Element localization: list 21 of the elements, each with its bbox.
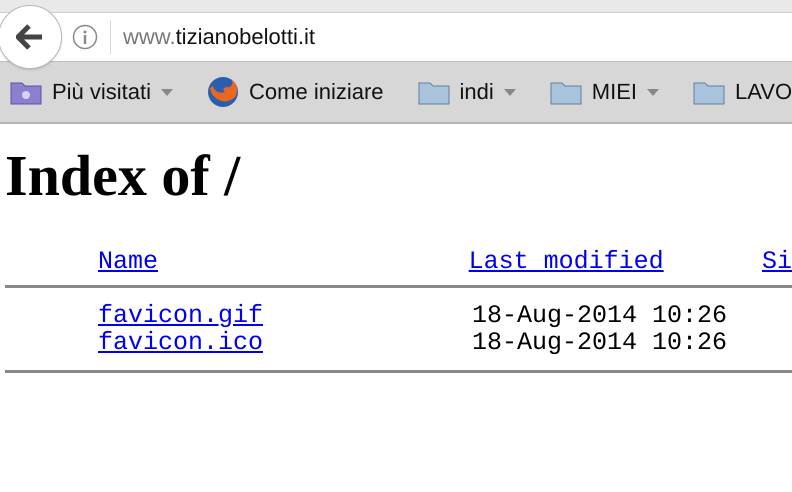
- dropdown-caret-icon: [647, 88, 660, 96]
- bookmark-item[interactable]: Più visitati: [10, 79, 174, 105]
- bookmark-item[interactable]: MIEI: [550, 79, 660, 105]
- bookmark-item[interactable]: LAVO: [693, 79, 792, 105]
- file-link[interactable]: favicon.gif: [98, 301, 264, 330]
- date-cell: 18-Aug-2014 10:26: [472, 301, 728, 330]
- dropdown-caret-icon: [504, 88, 516, 96]
- url-field[interactable]: www.tizianobelotti.it: [123, 24, 315, 50]
- bookmark-item[interactable]: Come iniziare: [207, 76, 384, 108]
- fox-globe-icon: [207, 76, 240, 108]
- dropdown-caret-icon: [161, 88, 174, 96]
- column-header-link[interactable]: Si: [762, 247, 792, 276]
- column-header-link[interactable]: Name: [98, 247, 158, 276]
- date-cell: 18-Aug-2014 10:26: [472, 328, 728, 357]
- back-button[interactable]: [0, 5, 62, 69]
- page-heading: Index of /: [5, 144, 242, 208]
- bookmark-item[interactable]: indi: [418, 79, 516, 105]
- column-header-link[interactable]: Last modified: [468, 247, 664, 276]
- back-arrow-icon: [16, 24, 44, 50]
- file-link[interactable]: favicon.ico: [98, 328, 264, 357]
- info-icon: [72, 24, 98, 50]
